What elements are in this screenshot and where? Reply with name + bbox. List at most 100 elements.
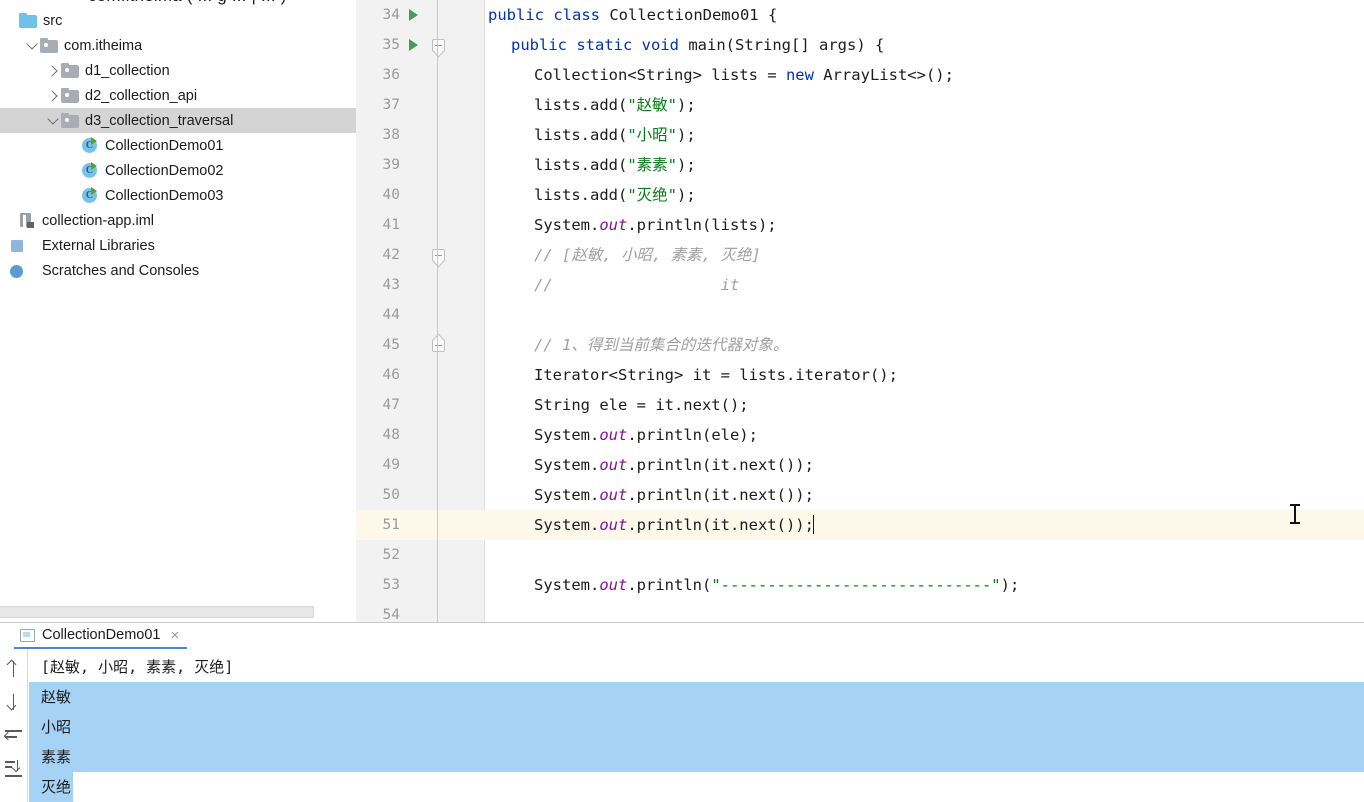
project-tool-window[interactable]: com.itheima ( ... g ... | ... ) srccom.i… (0, 0, 356, 620)
gutter-fold-line (437, 300, 438, 330)
gutter-line-38[interactable]: 38 (356, 120, 484, 150)
folder-icon (19, 12, 37, 28)
code-token: .println(lists); (627, 216, 777, 234)
console-tab-collectiondemo01[interactable]: CollectionDemo01 × (14, 623, 188, 649)
code-line-51[interactable]: System.out.println(it.next()); (484, 510, 1364, 540)
console-output-line[interactable]: 小昭 (29, 712, 1364, 742)
gutter-line-40[interactable]: 40 (356, 180, 484, 210)
gutter-fold-line (437, 30, 438, 60)
tree-item-collectiondemo03[interactable]: C CollectionDemo03 (0, 183, 356, 208)
code-line-47[interactable]: String ele = it.next(); (484, 390, 1364, 420)
code-token: Iterator<String> it = lists.iterator(); (534, 366, 898, 384)
chevron-right-icon[interactable] (44, 58, 61, 83)
run-gutter-icon[interactable] (402, 9, 424, 21)
code-line-46[interactable]: Iterator<String> it = lists.iterator(); (484, 360, 1364, 390)
code-line-49[interactable]: System.out.println(it.next()); (484, 450, 1364, 480)
code-token: ); (1000, 576, 1020, 594)
fold-end-icon[interactable] (426, 330, 450, 360)
gutter-line-37[interactable]: 37 (356, 90, 484, 120)
tree-item-com-itheima[interactable]: com.itheima (0, 33, 356, 58)
tree-item-collection-app-iml[interactable]: collection-app.iml (0, 208, 356, 233)
code-token: Collection<String> lists = (534, 66, 786, 84)
line-number: 50 (382, 487, 400, 503)
project-tree[interactable]: src com.itheima d1_collection d2_collection… (0, 8, 356, 283)
code-line-35[interactable]: public static void main(String[] args) { (484, 30, 1364, 60)
code-line-38[interactable]: lists.add("小昭"); (484, 120, 1364, 150)
code-content[interactable]: public class CollectionDemo01 {public st… (484, 0, 1364, 622)
sidebar-horizontal-scrollbar[interactable] (0, 606, 314, 618)
soft-wrap-icon[interactable] (3, 725, 24, 745)
gutter-line-34[interactable]: 34 (356, 0, 484, 30)
code-line-36[interactable]: Collection<String> lists = new ArrayList… (484, 60, 1364, 90)
code-line-48[interactable]: System.out.println(ele); (484, 420, 1364, 450)
console-output-line[interactable]: 赵敏 (29, 682, 1364, 712)
tree-item-external-libraries[interactable]: External Libraries (0, 233, 356, 258)
scratches-icon (10, 263, 36, 279)
console-icon (20, 628, 35, 642)
tree-item-collectiondemo02[interactable]: C CollectionDemo02 (0, 158, 356, 183)
chevron-down-icon[interactable] (44, 108, 61, 133)
close-icon[interactable]: × (170, 628, 179, 643)
chevron-right-icon[interactable] (44, 83, 61, 108)
scroll-down-icon[interactable] (4, 692, 24, 712)
gutter-line-43[interactable]: 43 (356, 270, 484, 300)
fold-collapse-icon[interactable] (426, 30, 450, 60)
tree-item-scratches-and-consoles[interactable]: Scratches and Consoles (0, 258, 356, 283)
code-line-37[interactable]: lists.add("赵敏"); (484, 90, 1364, 120)
code-line-50[interactable]: System.out.println(it.next()); (484, 480, 1364, 510)
gutter-line-44[interactable]: 44 (356, 300, 484, 330)
gutter-line-35[interactable]: 35 (356, 30, 484, 60)
code-line-43[interactable]: // it (484, 270, 1364, 300)
gutter-line-45[interactable]: 45 (356, 330, 484, 360)
gutter-line-39[interactable]: 39 (356, 150, 484, 180)
code-line-52[interactable] (484, 540, 1364, 570)
gutter-line-47[interactable]: 47 (356, 390, 484, 420)
code-line-40[interactable]: lists.add("灭绝"); (484, 180, 1364, 210)
code-line-44[interactable] (484, 300, 1364, 330)
gutter-line-53[interactable]: 53 (356, 570, 484, 600)
gutter-line-42[interactable]: 42 (356, 240, 484, 270)
tree-item-d3-collection-traversal[interactable]: d3_collection_traversal (0, 108, 356, 133)
editor-gutter[interactable]: 34 35 36 37 38 39 40 41 42 43 44 45 46 47 48 49 50 51 52 53… (356, 0, 484, 622)
console-output-line[interactable]: [赵敏, 小昭, 素素, 灭绝] (29, 652, 1364, 682)
code-editor[interactable]: 34 35 36 37 38 39 40 41 42 43 44 45 46 47 48 49 50 51 52 53… (356, 0, 1364, 622)
gutter-line-48[interactable]: 48 (356, 420, 484, 450)
console-output-line[interactable]: 灭绝 (29, 772, 1364, 802)
gutter-line-50[interactable]: 50 (356, 480, 484, 510)
tree-item-src[interactable]: src (0, 8, 356, 33)
code-token: // it (534, 276, 740, 294)
line-number: 43 (382, 277, 400, 293)
gutter-line-41[interactable]: 41 (356, 210, 484, 240)
scroll-to-end-icon[interactable] (4, 758, 24, 778)
gutter-line-46[interactable]: 46 (356, 360, 484, 390)
console-output[interactable]: [赵敏, 小昭, 素素, 灭绝] 赵敏 小昭 素素 灭绝 (29, 649, 1364, 802)
gutter-fold-line (437, 360, 438, 390)
code-line-34[interactable]: public class CollectionDemo01 { (484, 0, 1364, 30)
tree-item-d1-collection[interactable]: d1_collection (0, 58, 356, 83)
code-line-53[interactable]: System.out.println("--------------------… (484, 570, 1364, 600)
code-line-45[interactable]: // 1、得到当前集合的迭代器对象。 (484, 330, 1364, 360)
gutter-line-52[interactable]: 52 (356, 540, 484, 570)
java-class-icon: C (82, 137, 99, 154)
run-gutter-icon[interactable] (402, 39, 424, 51)
tree-item-d2-collection-api[interactable]: d2_collection_api (0, 83, 356, 108)
console-tab-bar[interactable]: CollectionDemo01 × (0, 623, 1364, 649)
code-line-54[interactable] (484, 600, 1364, 622)
text-caret (812, 515, 814, 534)
gutter-line-54[interactable]: 54 (356, 600, 484, 622)
tree-item-collectiondemo01[interactable]: C CollectionDemo01 (0, 133, 356, 158)
run-tool-window[interactable]: CollectionDemo01 × [赵敏, 小昭, 素素, 灭绝] 赵敏 小昭素… (0, 622, 1364, 802)
console-side-toolbar[interactable] (0, 649, 28, 802)
fold-collapse-icon[interactable] (426, 240, 450, 270)
gutter-line-49[interactable]: 49 (356, 450, 484, 480)
code-line-39[interactable]: lists.add("素素"); (484, 150, 1364, 180)
code-line-41[interactable]: System.out.println(lists); (484, 210, 1364, 240)
chevron-down-icon[interactable] (23, 33, 40, 58)
code-line-42[interactable]: // [赵敏, 小昭, 素素, 灭绝] (484, 240, 1364, 270)
gutter-line-36[interactable]: 36 (356, 60, 484, 90)
tree-item-label: CollectionDemo02 (105, 162, 224, 179)
gutter-line-51[interactable]: 51 (356, 510, 484, 540)
scroll-up-icon[interactable] (4, 659, 24, 679)
console-output-line[interactable]: 素素 (29, 742, 1364, 772)
